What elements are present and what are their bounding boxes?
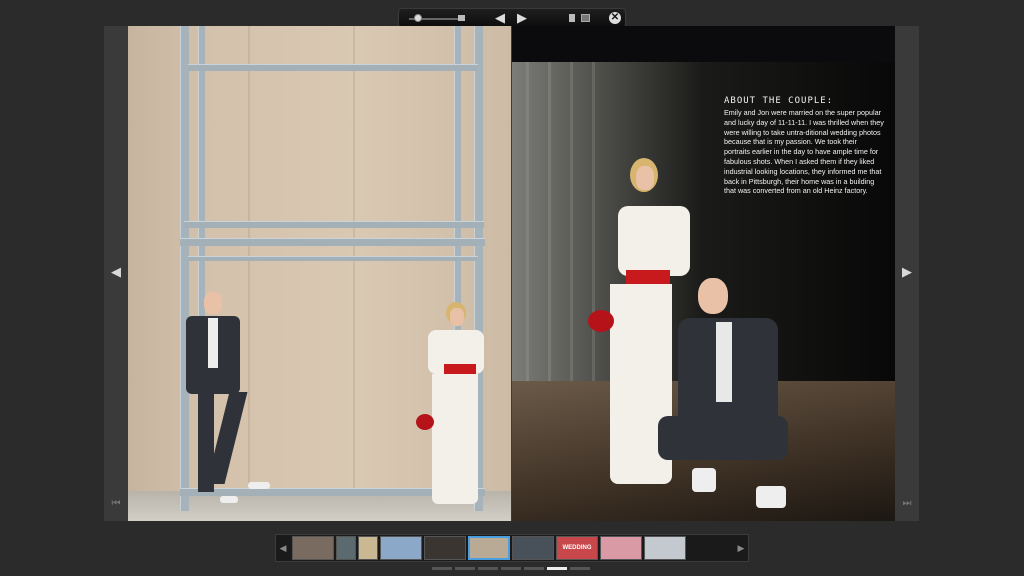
page-indicator — [432, 567, 592, 570]
left-nav-panel: ◀ ⏮ — [104, 26, 128, 521]
page-dot[interactable] — [478, 567, 498, 570]
page-dot[interactable] — [432, 567, 452, 570]
scaffold-post — [180, 26, 189, 511]
about-body: Emily and Jon were married on the super … — [724, 108, 884, 196]
thumbnail[interactable] — [644, 536, 686, 560]
last-page-icon[interactable]: ⏭ — [895, 498, 919, 509]
zoom-slider-handle[interactable] — [414, 14, 422, 22]
zoom-in-icon[interactable] — [458, 15, 465, 21]
single-page-icon[interactable] — [569, 14, 575, 22]
right-nav-panel: ▶ ⏭ — [895, 26, 919, 521]
strip-scroll-left-icon[interactable]: ◀ — [276, 535, 290, 561]
thumbnail[interactable] — [468, 536, 510, 560]
viewer-toolbar: ◀ ▶ ✕ — [398, 8, 626, 28]
previous-page-button[interactable]: ◀ — [495, 9, 505, 27]
thumbnail[interactable] — [424, 536, 466, 560]
thumbnail[interactable] — [292, 536, 334, 560]
close-button[interactable]: ✕ — [609, 12, 621, 24]
page-dot[interactable] — [547, 567, 567, 570]
spread-view-icon[interactable] — [581, 14, 590, 22]
scaffold-beam — [188, 256, 478, 261]
first-page-icon[interactable]: ⏮ — [104, 498, 128, 509]
scaffold-beam — [188, 64, 478, 71]
flip-previous-arrow-icon[interactable]: ◀ — [104, 264, 128, 280]
page-dot[interactable] — [570, 567, 590, 570]
strip-scroll-right-icon[interactable]: ▶ — [734, 535, 748, 561]
thumbnail[interactable]: WEDDING CHAPEL — [556, 536, 598, 560]
night-sky — [512, 26, 895, 62]
scaffold-beam — [184, 221, 484, 228]
page-dot[interactable] — [455, 567, 475, 570]
thumbnail[interactable] — [600, 536, 642, 560]
thumbnail[interactable] — [512, 536, 554, 560]
next-page-button[interactable]: ▶ — [517, 9, 527, 27]
about-couple-text-block: ABOUT THE COUPLE: Emily and Jon were mar… — [724, 96, 884, 196]
thumbnail[interactable] — [336, 536, 356, 560]
left-page-photo[interactable] — [128, 26, 511, 521]
page-dot[interactable] — [501, 567, 521, 570]
thumbnail[interactable] — [380, 536, 422, 560]
thumbnail-strip: ◀ WEDDING CHAPEL ▶ — [275, 534, 749, 562]
page-dot[interactable] — [524, 567, 544, 570]
about-heading: ABOUT THE COUPLE: — [724, 96, 834, 106]
thumbnail[interactable] — [358, 536, 378, 560]
thumbnail-label: WEDDING CHAPEL — [562, 545, 592, 551]
scaffold-beam — [180, 238, 485, 246]
flip-next-arrow-icon[interactable]: ▶ — [895, 264, 919, 280]
